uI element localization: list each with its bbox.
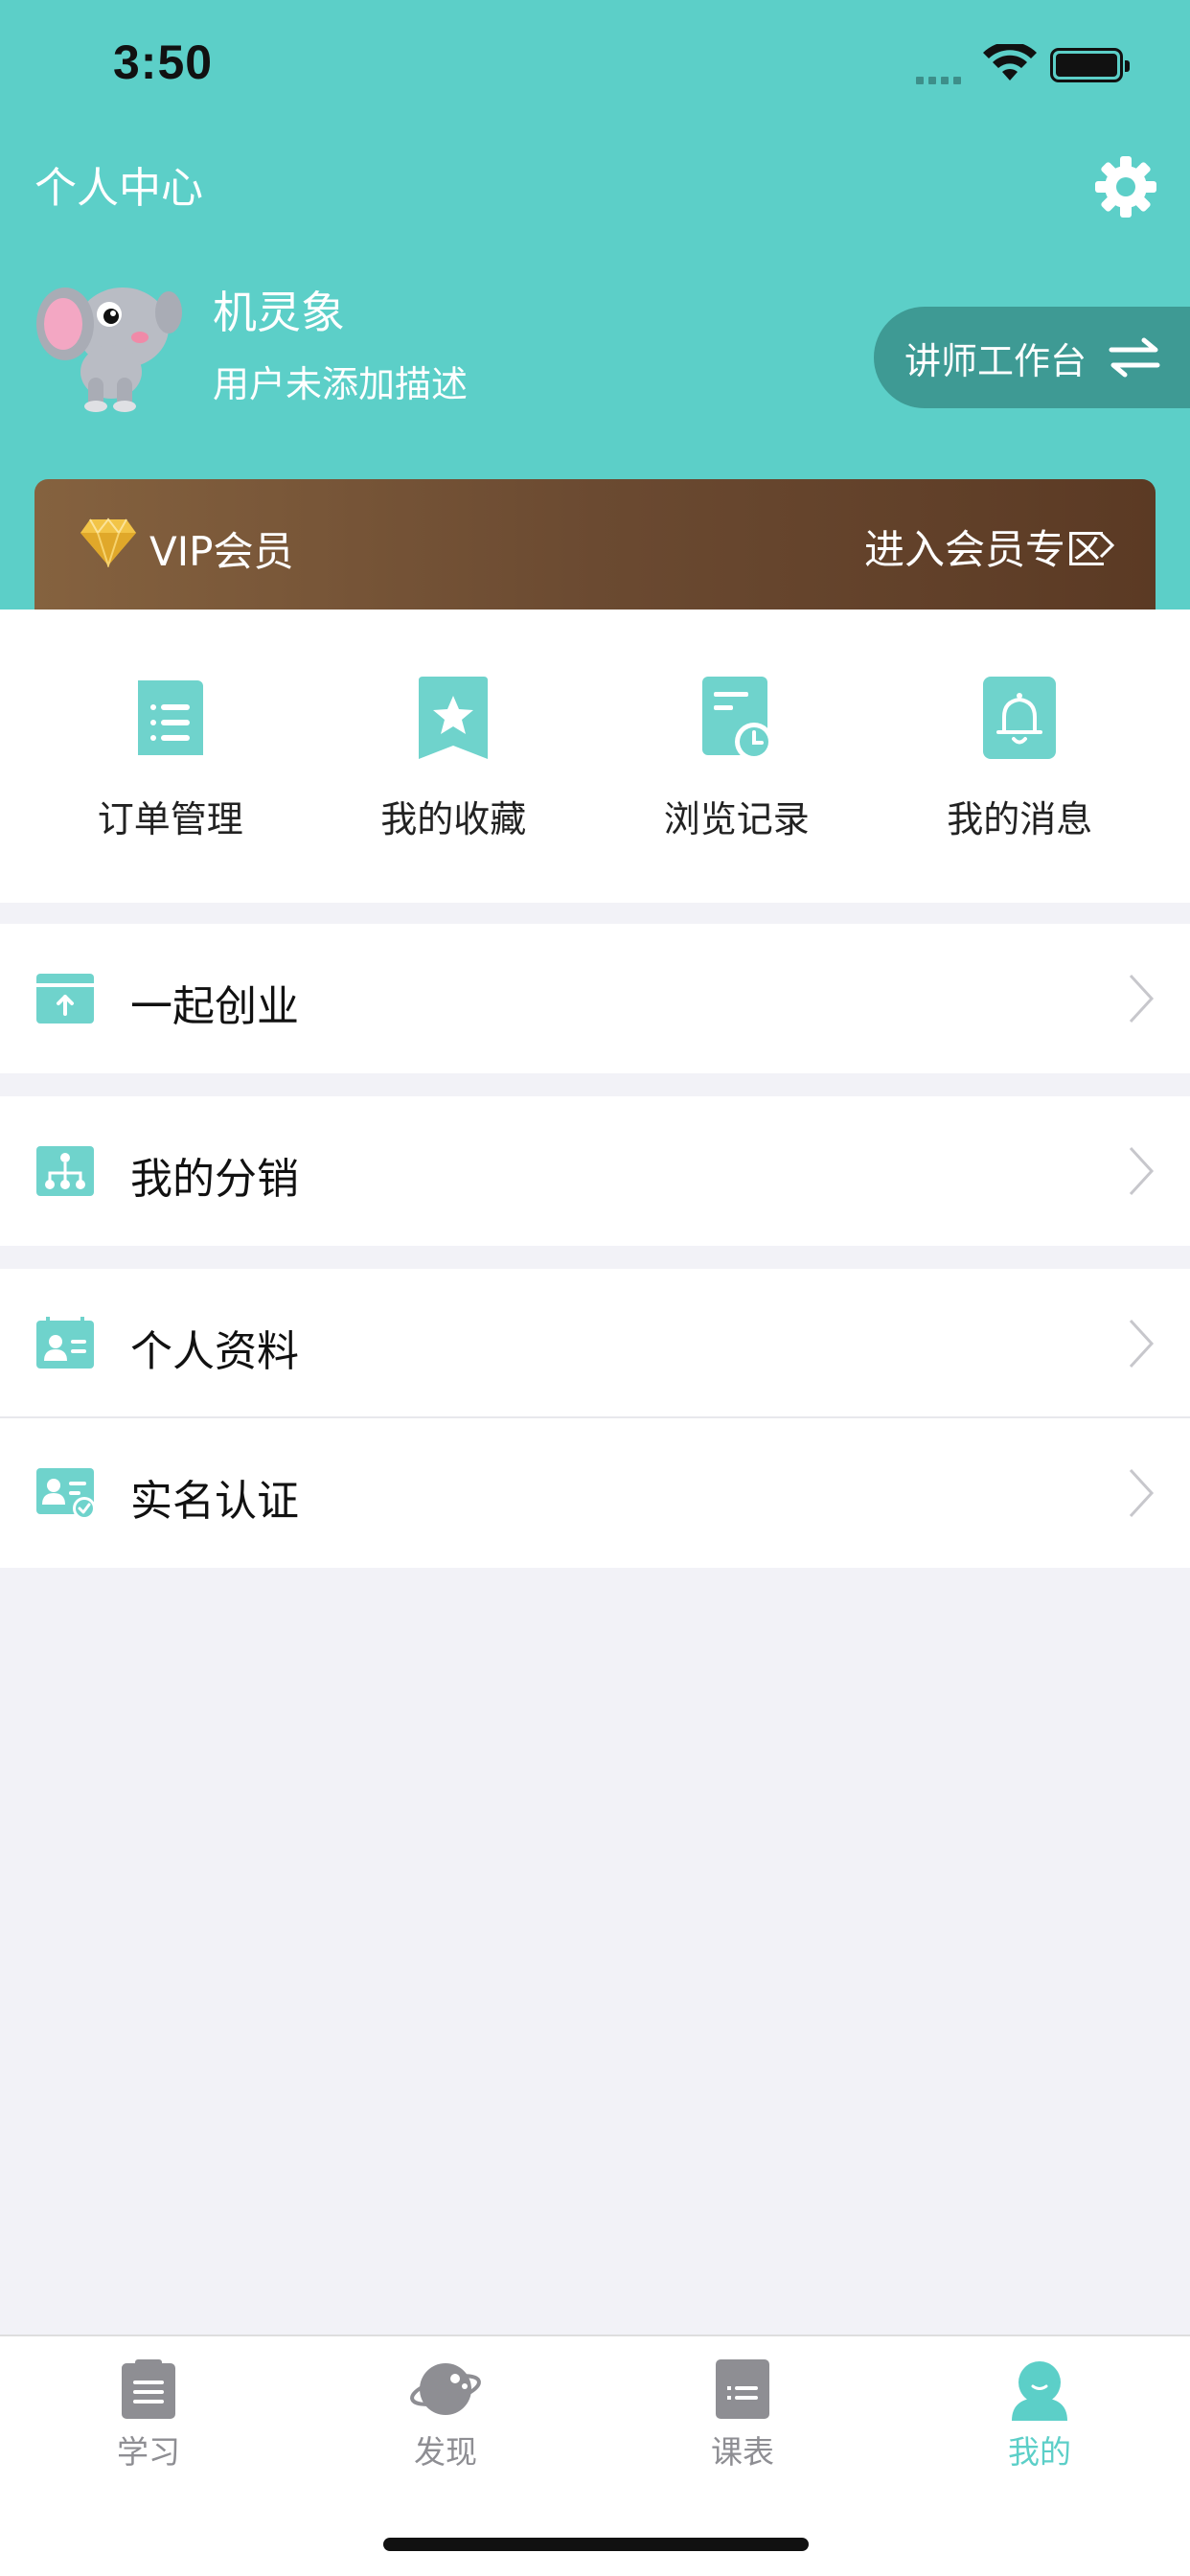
avatar[interactable]: [34, 264, 184, 414]
vip-title: VIP会员: [149, 528, 294, 575]
swap-arrows-icon: [1109, 337, 1160, 378]
tab-schedule[interactable]: 课表: [594, 2336, 891, 2472]
tab-label: 发现: [414, 2433, 477, 2471]
vip-banner[interactable]: VIP会员 进入会员专区: [34, 479, 1156, 610]
favorite-star-icon: [419, 677, 489, 759]
person-icon: [1012, 2361, 1067, 2421]
settings-gear-icon[interactable]: [1092, 153, 1159, 220]
clipboard-icon: [122, 2359, 175, 2419]
tab-label: 我的: [1008, 2433, 1071, 2471]
menu-item-label: 个人资料: [130, 1327, 299, 1376]
tab-label: 课表: [711, 2433, 774, 2471]
menu-item-label: 我的分销: [130, 1155, 299, 1204]
menu-item-startup[interactable]: 一起创业: [0, 924, 1190, 1073]
quick-action-history[interactable]: 浏览记录: [622, 610, 852, 903]
wifi-icon: [983, 44, 1037, 80]
menu-item-profile[interactable]: 个人资料: [0, 1269, 1190, 1418]
menu-item-distribution[interactable]: 我的分销: [0, 1096, 1190, 1246]
chevron-right-icon: [1129, 974, 1155, 1024]
schedule-list-icon: [716, 2359, 769, 2419]
order-list-icon: [137, 680, 203, 755]
battery-icon: [1050, 48, 1130, 82]
quick-action-label: 浏览记录: [663, 798, 810, 840]
quick-action-messages[interactable]: 我的消息: [904, 610, 1134, 903]
chevron-right-icon: [1129, 1319, 1155, 1368]
home-indicator: [383, 2538, 809, 2551]
distribution-tree-icon: [36, 1146, 94, 1196]
user-name: 机灵象: [213, 287, 345, 338]
quick-action-label: 我的收藏: [380, 798, 527, 840]
tab-discover[interactable]: 发现: [297, 2336, 594, 2472]
tab-me[interactable]: 我的: [891, 2336, 1188, 2472]
chevron-right-icon: [1129, 1146, 1155, 1196]
verified-id-icon: [36, 1468, 96, 1520]
menu-item-verification[interactable]: 实名认证: [0, 1418, 1190, 1568]
diamond-icon: [80, 518, 136, 567]
quick-action-label: 我的消息: [947, 798, 1093, 840]
quick-action-orders[interactable]: 订单管理: [56, 610, 286, 903]
profile-header: 3:50 个人中心 机灵象 用户未添加描述 讲师工作台 VIP会员 进入会员专区: [0, 0, 1190, 610]
tab-study[interactable]: 学习: [0, 2336, 297, 2472]
bell-icon: [983, 677, 1057, 759]
tab-label: 学习: [117, 2433, 180, 2471]
profile-card-icon: [36, 1317, 94, 1368]
quick-action-label: 订单管理: [97, 798, 243, 840]
history-clock-icon: [701, 677, 773, 761]
planet-icon: [410, 2363, 481, 2415]
startup-box-icon: [36, 974, 94, 1024]
quick-action-favorites[interactable]: 我的收藏: [338, 610, 568, 903]
chevron-right-icon: [1129, 1468, 1155, 1518]
menu-item-label: 一起创业: [130, 982, 299, 1031]
user-description: 用户未添加描述: [213, 363, 469, 405]
page-title: 个人中心: [34, 164, 203, 213]
cellular-signal-icon: [916, 70, 966, 88]
chevron-right-icon: [1099, 532, 1115, 559]
status-time: 3:50: [113, 35, 214, 89]
quick-actions: 订单管理 我的收藏 浏览记录 我的消息: [0, 610, 1190, 903]
teacher-workbench-button[interactable]: 讲师工作台: [874, 307, 1190, 408]
vip-enter-link[interactable]: 进入会员专区: [864, 518, 1106, 576]
teacher-workbench-label: 讲师工作台: [904, 339, 1087, 382]
menu-item-label: 实名认证: [130, 1477, 299, 1526]
